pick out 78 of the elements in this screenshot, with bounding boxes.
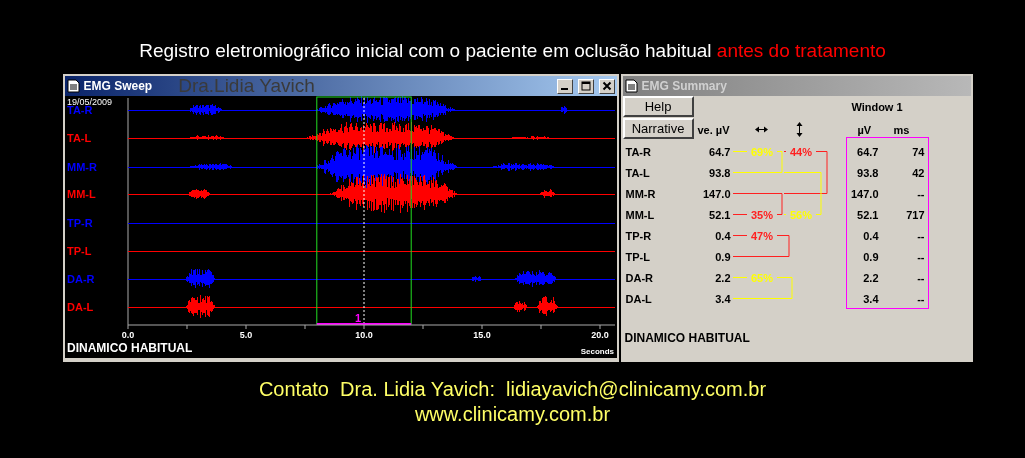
- recording-date: 19/05/2009: [66, 97, 112, 107]
- vertical-arrows-icon: [795, 122, 803, 137]
- row-label: TP-L: [624, 250, 651, 263]
- channel-label: TP-R: [66, 217, 93, 229]
- maximize-button[interactable]: [577, 78, 594, 94]
- table-cell: 42: [912, 166, 925, 179]
- axis-tick-label: 15.0: [472, 330, 491, 340]
- table-cell: 64.7: [709, 145, 731, 158]
- table-cell: 0.9: [863, 250, 879, 263]
- table-cell: --: [917, 229, 925, 242]
- comparison-percent: 35%: [750, 209, 773, 221]
- table-cell: --: [917, 292, 925, 305]
- row-label: TA-L: [624, 166, 651, 179]
- table-cell: 0.4: [715, 229, 731, 242]
- column-header: µV: [857, 123, 872, 136]
- table-cell: 717: [906, 208, 925, 221]
- channel-label: DA-R: [66, 273, 94, 285]
- column-header: ms: [893, 123, 910, 136]
- window-title: EMG Summary: [641, 79, 727, 93]
- axis-tick-label: 20.0: [590, 330, 609, 340]
- comparison-percent: 47%: [750, 230, 773, 242]
- table-cell: 93.8: [857, 166, 879, 179]
- document-icon: [624, 79, 638, 93]
- row-label: MM-L: [624, 208, 656, 221]
- recording-label: DINAMICO HABITUAL: [623, 331, 751, 345]
- table-cell: 2.2: [863, 271, 879, 284]
- slide-heading: Registro eletromiográfico inicial com o paciente em oclusão habitual antes do tratamento: [139, 40, 886, 62]
- window-marker: 1: [354, 312, 361, 324]
- channel-label: TP-L: [66, 245, 91, 257]
- contact-line: Contato Dra. Lidia Yavich: lidiayavich@clinicamy.com.br: [258, 378, 767, 401]
- table-cell: 0.9: [715, 250, 731, 263]
- author-name: Dra.Lidia Yavich: [178, 75, 315, 97]
- channel-label: MM-L: [66, 188, 96, 200]
- comparison-percent: 56%: [789, 209, 812, 221]
- axis-tick-label: 10.0: [354, 330, 373, 340]
- axis-tick-label: 5.0: [239, 330, 252, 340]
- table-cell: 2.2: [715, 271, 731, 284]
- table-cell: --: [917, 187, 925, 200]
- window-heading: Window 1: [851, 101, 903, 113]
- table-cell: 52.1: [857, 208, 879, 221]
- table-cell: --: [917, 271, 925, 284]
- window-title: EMG Sweep: [83, 79, 153, 93]
- website-link[interactable]: www.clinicamy.com.br: [414, 403, 611, 426]
- comparison-percent: 69%: [750, 146, 773, 158]
- table-cell: 0.4: [863, 229, 879, 242]
- axis-tick-label: 0.0: [121, 330, 134, 340]
- document-icon: [66, 79, 80, 93]
- table-cell: 147.0: [702, 187, 731, 200]
- recording-label: DINAMICO HABITUAL: [66, 341, 192, 355]
- minimize-button[interactable]: [556, 78, 573, 94]
- table-cell: 64.7: [857, 145, 879, 158]
- table-cell: 93.8: [709, 166, 731, 179]
- row-label: DA-L: [624, 292, 653, 305]
- table-cell: 3.4: [715, 292, 731, 305]
- table-cell: 74: [912, 145, 925, 158]
- comparison-percent: 65%: [750, 272, 773, 284]
- close-icon: [601, 81, 612, 91]
- axis-unit: Seconds: [580, 347, 614, 356]
- channel-label: TA-R: [66, 104, 92, 116]
- help-button[interactable]: Help: [622, 96, 694, 117]
- channel-label: DA-L: [66, 301, 93, 313]
- channel-label: TA-L: [66, 132, 91, 144]
- close-button[interactable]: [598, 78, 615, 94]
- column-header: ve. µV: [697, 123, 730, 136]
- table-cell: 147.0: [850, 187, 879, 200]
- comparison-percent: 44%: [789, 146, 812, 158]
- table-cell: 3.4: [863, 292, 879, 305]
- table-cell: --: [917, 250, 925, 263]
- horizontal-arrows-icon: [754, 126, 768, 133]
- row-label: TA-R: [624, 145, 652, 158]
- narrative-button[interactable]: Narrative: [622, 118, 694, 139]
- channel-label: MM-R: [66, 161, 97, 173]
- maximize-icon: [580, 81, 591, 91]
- row-label: DA-R: [624, 271, 654, 284]
- row-label: MM-R: [624, 187, 657, 200]
- minimize-icon: [561, 88, 568, 90]
- row-label: TP-R: [624, 229, 653, 242]
- table-cell: 52.1: [709, 208, 731, 221]
